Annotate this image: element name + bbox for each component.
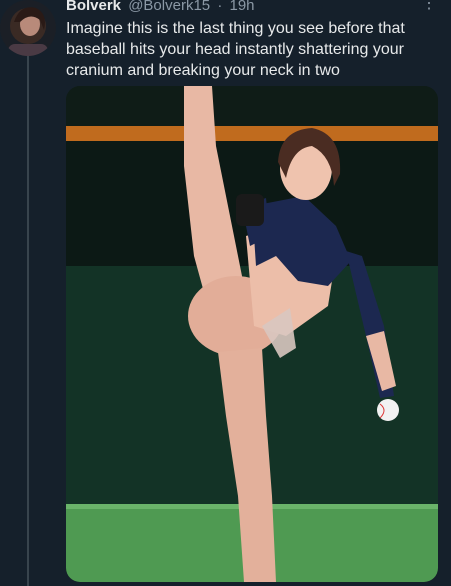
photo-image [66, 86, 438, 582]
avatar[interactable] [0, 0, 56, 56]
tweet-media[interactable] [66, 86, 438, 582]
timestamp[interactable]: 19h [229, 0, 254, 14]
tweet-header: Bolverk @Bolverk15 · 19h [66, 0, 431, 16]
display-name[interactable]: Bolverk [66, 0, 121, 14]
tweet-text: Imagine this is the last thing you see b… [66, 20, 405, 79]
user-handle[interactable]: @Bolverk15 [128, 0, 210, 14]
separator-dot: · [217, 0, 223, 14]
more-vertical-icon[interactable]: ⋮ [421, 0, 437, 12]
avatar-image [0, 0, 56, 56]
thread-line [27, 56, 29, 586]
